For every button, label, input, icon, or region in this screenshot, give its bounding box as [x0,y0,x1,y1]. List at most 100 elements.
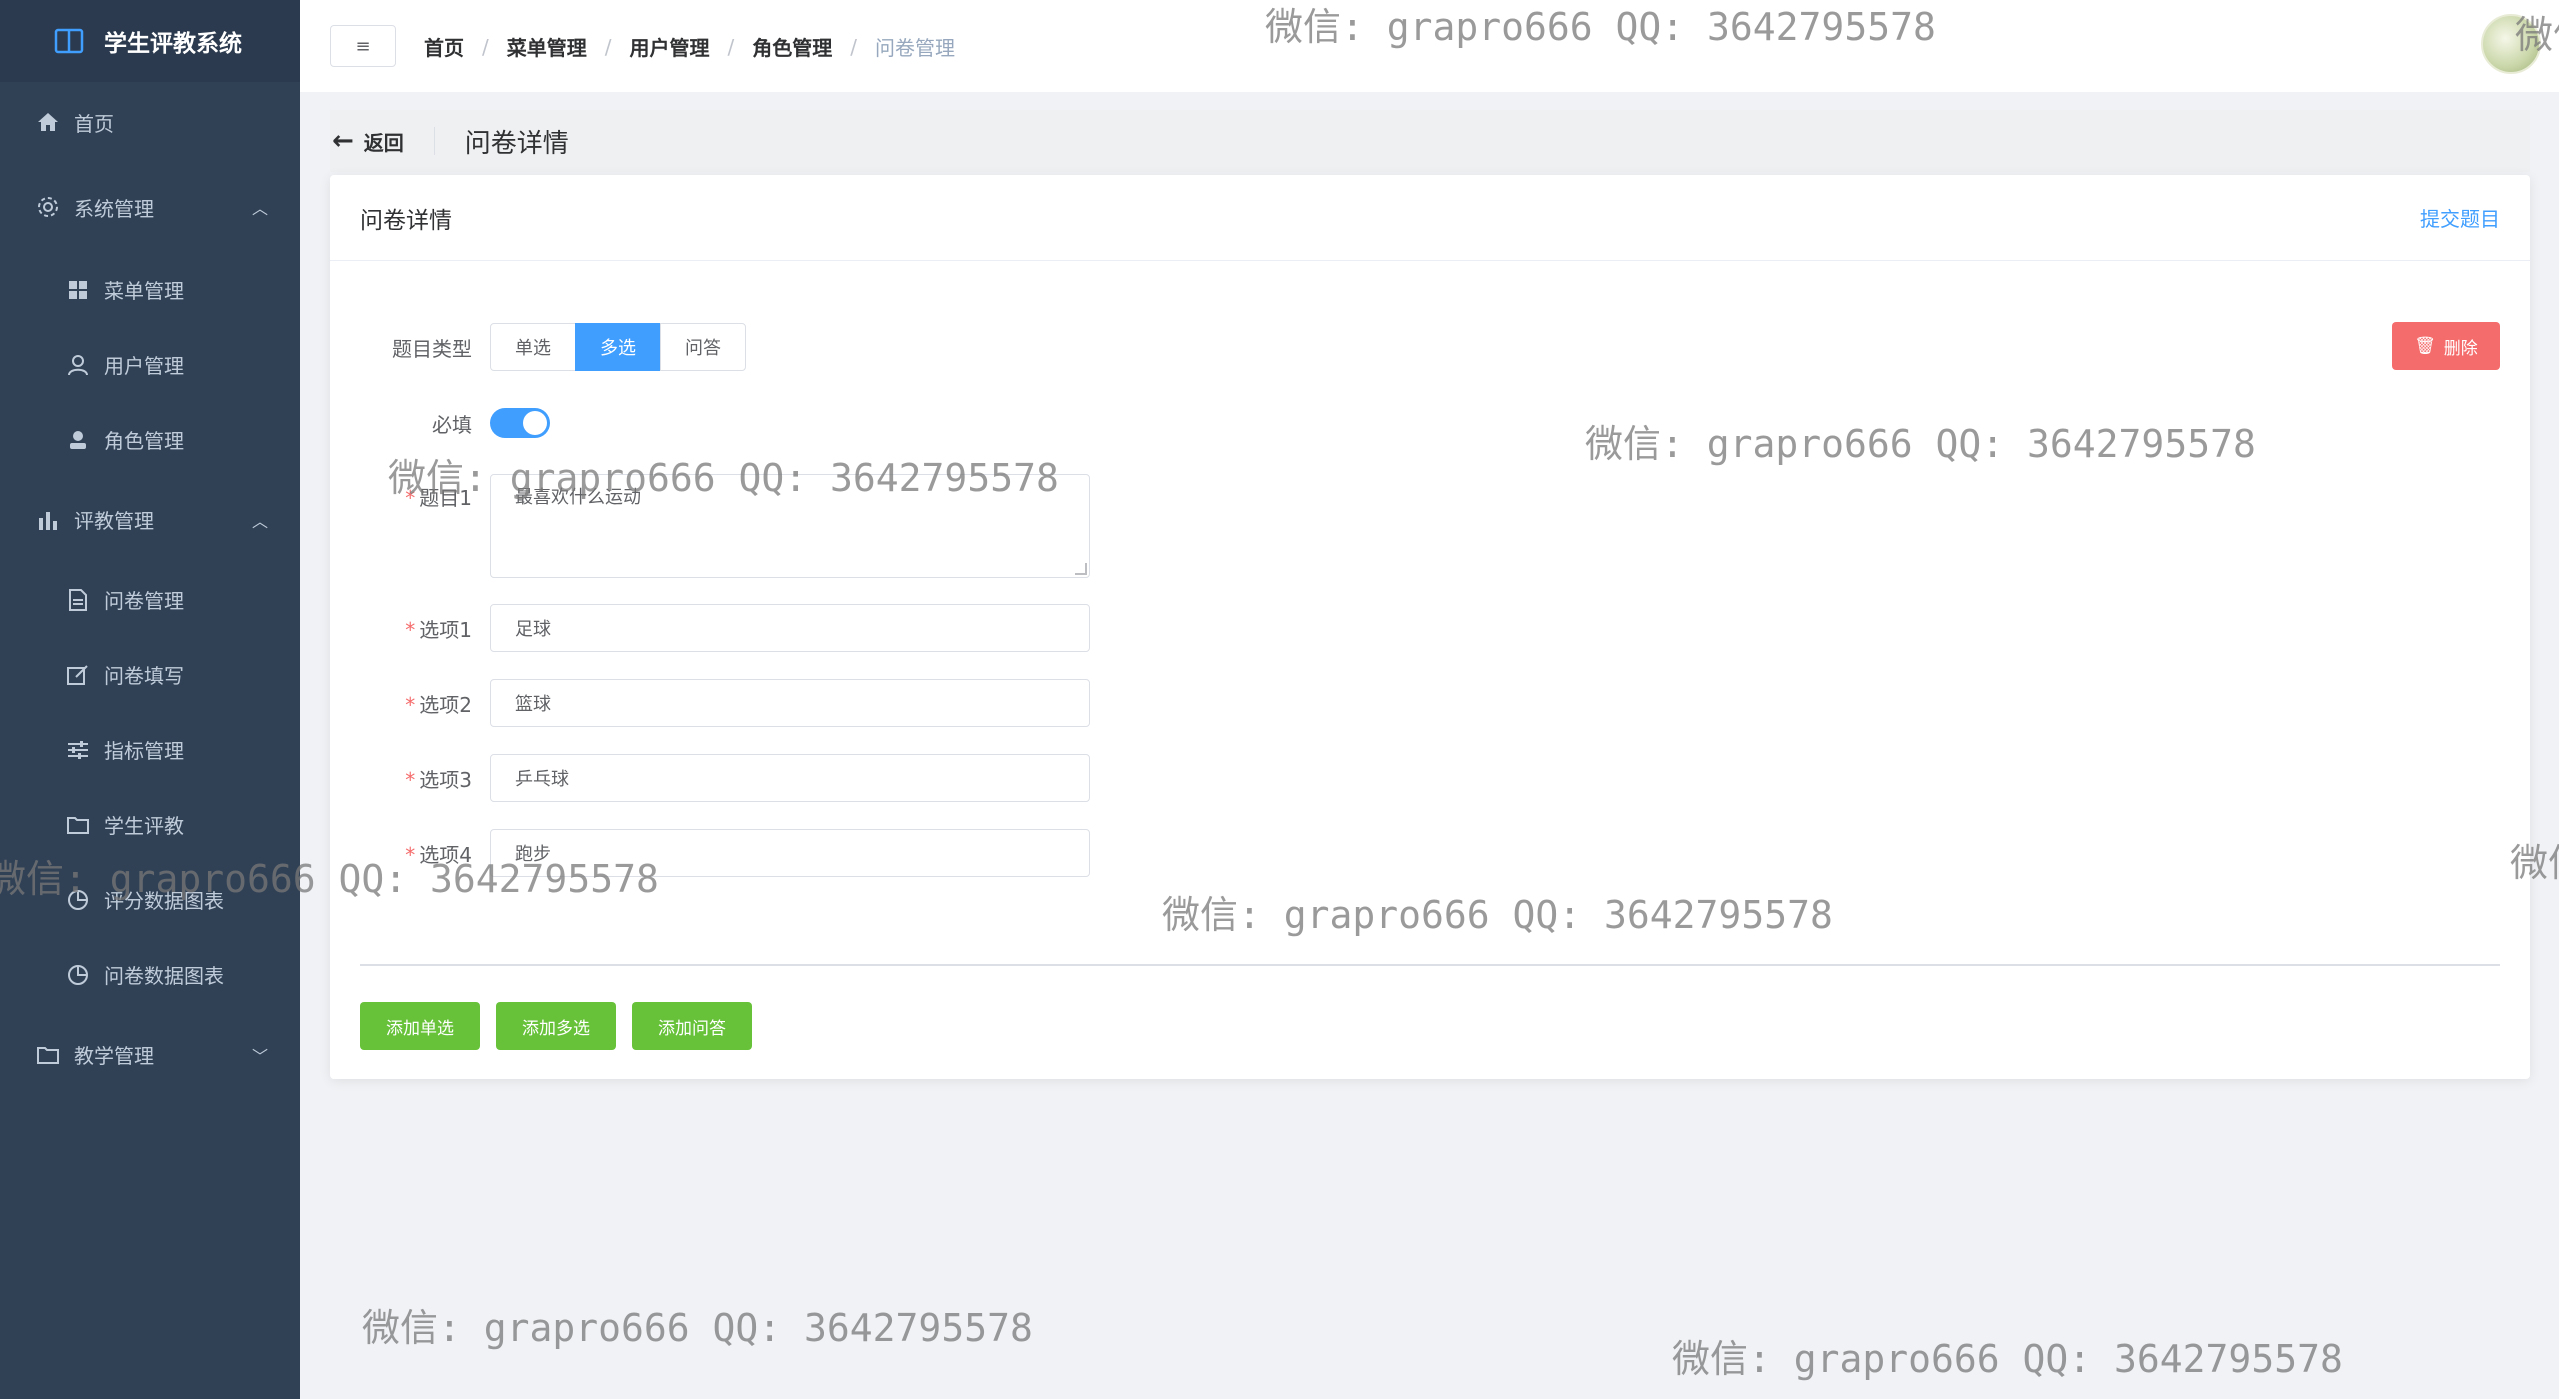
question-row: * 题目1 最喜欢什么运动 [330,474,1090,578]
breadcrumb-item[interactable]: 用户管理 [630,32,710,61]
submit-question-link[interactable]: 提交题目 [2420,203,2500,232]
sidebar-item-label: 指标管理 [104,739,184,763]
avatar[interactable] [2481,14,2541,74]
edit-icon [66,663,90,687]
sidebar-item-user-manage[interactable]: 用户管理 [0,327,300,402]
sidebar-item-questionnaire-manage[interactable]: 问卷管理 [0,562,300,637]
option-input[interactable]: 足球 [490,604,1090,652]
user-icon [66,353,90,377]
card-header: 问卷详情 提交题目 [330,175,2530,261]
watermark: 微信: grapro666 QQ: 3642795578 [1672,1337,2343,1381]
required-asterisk: * [405,692,416,717]
folder-icon [66,813,90,837]
sidebar-item-label: 教学管理 [74,1044,154,1068]
required-asterisk: * [405,842,416,867]
required-label: 必填 [432,412,472,437]
option-row: * 选项3 乒乓球 [330,754,1090,802]
option-label: * 选项1 [405,617,472,642]
option-label: * 选项2 [405,692,472,717]
breadcrumb-item[interactable]: 角色管理 [752,32,832,61]
breadcrumb-separator: / [482,34,489,59]
sidebar-item-evaluation[interactable]: 评教管理 ︿ [0,477,300,562]
sidebar-item-label: 菜单管理 [104,279,184,303]
pie-chart-icon [66,888,90,912]
back-label: 返回 [363,130,404,155]
book-icon [54,28,84,54]
sidebar-item-role-manage[interactable]: 角色管理 [0,402,300,477]
app-title: 学生评教系统 [104,31,242,57]
breadcrumb: 首页 / 菜单管理 / 用户管理 / 角色管理 / 问卷管理 [424,32,955,61]
sidebar-item-student-evaluation[interactable]: 学生评教 [0,787,300,862]
sidebar-item-system[interactable]: 系统管理 ︿ [0,162,300,252]
option-label: * 选项3 [405,767,472,792]
add-essay-button[interactable]: 添加问答 [632,1002,752,1050]
sidebar-item-questionnaire-chart[interactable]: 问卷数据图表 [0,937,300,1012]
breadcrumb-item-current: 问卷管理 [875,36,955,60]
hamburger-button[interactable]: ≡ [330,25,396,67]
sidebar-item-score-chart[interactable]: 评分数据图表 [0,862,300,937]
question-card: 问卷详情 提交题目 🗑 删除 题目类型 单选 多选 问答 必填 * 题目1 最喜欢… [330,175,2530,1079]
delete-label: 删除 [2443,338,2478,359]
home-icon [36,110,60,134]
back-button[interactable]: ← 返回 [330,126,404,156]
chevron-down-icon: ﹀ [251,1046,268,1066]
required-asterisk: * [405,767,416,792]
sidebar-item-indicator-manage[interactable]: 指标管理 [0,712,300,787]
grid-icon [66,278,90,302]
menu-icon: ≡ [355,35,371,57]
breadcrumb-separator: / [727,34,735,59]
option-input[interactable]: 篮球 [490,679,1090,727]
question-type-label: 题目类型 [392,336,472,361]
sidebar-item-label: 首页 [74,111,114,136]
sidebar-item-label: 系统管理 [74,196,154,221]
option-input[interactable]: 跑步 [490,829,1090,877]
option-label: * 选项4 [405,842,472,867]
trash-icon: 🗑 [2414,336,2436,356]
chevron-up-icon: ︿ [251,511,268,531]
add-multiple-button[interactable]: 添加多选 [496,1002,616,1050]
required-switch[interactable] [490,408,550,438]
add-single-button[interactable]: 添加单选 [360,1002,480,1050]
sidebar-item-label: 角色管理 [104,429,184,453]
required-asterisk: * [405,617,416,642]
sidebar-item-label: 评教管理 [74,509,154,533]
page-header: ← 返回 问卷详情 [330,110,2530,172]
sidebar-item-menu-manage[interactable]: 菜单管理 [0,252,300,327]
document-icon [66,588,90,612]
breadcrumb-item[interactable]: 首页 [424,32,464,61]
option-row: * 选项2 篮球 [330,679,1090,727]
question-label: * 题目1 [405,486,472,510]
sidebar-item-label: 学生评教 [104,814,184,838]
radio-multiple[interactable]: 多选 [575,323,661,371]
app-logo[interactable]: 学生评教系统 [0,0,300,82]
role-icon [66,428,90,452]
delete-button[interactable]: 🗑 删除 [2392,322,2500,370]
add-buttons-group: 添加单选 添加多选 添加问答 [360,1002,768,1050]
breadcrumb-item[interactable]: 菜单管理 [507,32,587,61]
question-textarea[interactable]: 最喜欢什么运动 [490,474,1090,578]
sidebar-item-label: 问卷数据图表 [104,964,224,988]
sidebar-item-questionnaire-fill[interactable]: 问卷填写 [0,637,300,712]
sidebar: 学生评教系统 首页 系统管理 ︿ 菜单管理 用户管理 角色管理 评教管理 ︿ 问… [0,0,300,1399]
sidebar-item-teaching[interactable]: 教学管理 ﹀ [0,1012,300,1097]
radio-essay[interactable]: 问答 [660,323,746,371]
breadcrumb-separator: / [604,34,612,59]
question-type-row: 题目类型 单选 多选 问答 [330,323,746,371]
folder-icon [36,1043,60,1067]
chevron-up-icon: ︿ [251,199,268,218]
option-input[interactable]: 乒乓球 [490,754,1090,802]
option-row: * 选项1 足球 [330,604,1090,652]
sidebar-item-label: 问卷填写 [104,664,184,688]
watermark: 微信: grapro666 QQ: 3642795578 [362,1306,1033,1350]
gear-icon [36,195,60,219]
required-row: 必填 [330,408,550,438]
required-asterisk: * [405,486,416,510]
pie-chart-icon [66,963,90,987]
divider [433,127,435,155]
option-row: * 选项4 跑步 [330,829,1090,877]
arrow-left-icon: ← [332,126,354,156]
card-title: 问卷详情 [360,207,452,234]
top-navbar: ≡ 首页 / 菜单管理 / 用户管理 / 角色管理 / 问卷管理 [300,0,2559,92]
radio-single[interactable]: 单选 [490,323,576,371]
sidebar-item-home[interactable]: 首页 [0,82,300,162]
